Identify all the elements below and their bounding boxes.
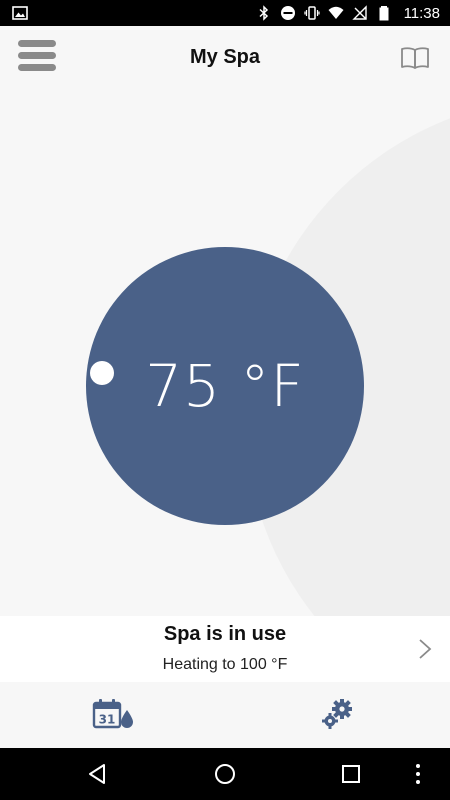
chevron-right-icon — [419, 639, 432, 659]
temperature-value: 75 °F — [145, 352, 305, 420]
vibrate-icon — [303, 6, 320, 20]
battery-icon — [379, 6, 389, 21]
back-icon[interactable] — [84, 760, 112, 788]
system-nav-bar — [0, 748, 450, 800]
app-header: My Spa — [0, 26, 450, 92]
more-icon[interactable] — [404, 760, 432, 788]
settings-gears-icon[interactable] — [320, 698, 356, 730]
book-icon[interactable] — [400, 46, 430, 70]
image-icon — [12, 6, 28, 20]
status-bar: 11:38 — [0, 0, 450, 26]
home-icon[interactable] — [211, 760, 239, 788]
temperature-dial[interactable]: 75 °F — [86, 247, 364, 525]
calendar-day: 31 — [99, 713, 116, 727]
status-time: 11:38 — [403, 4, 440, 22]
page-title: My Spa — [189, 46, 261, 68]
no-sim-icon — [351, 5, 367, 20]
do-not-disturb-icon — [280, 6, 295, 20]
recents-icon[interactable] — [337, 760, 365, 788]
spa-status-card[interactable]: Spa is in use Heating to 100 °F — [0, 616, 450, 682]
thermostat-area: 75 °F — [0, 92, 450, 616]
wifi-icon — [328, 6, 344, 19]
bottom-nav: 31 — [0, 682, 450, 748]
status-title: Spa is in use — [163, 623, 287, 645]
calendar-water-icon[interactable]: 31 — [92, 698, 134, 730]
temperature-knob[interactable] — [90, 361, 114, 385]
bluetooth-icon — [259, 5, 268, 21]
status-subtitle: Heating to 100 °F — [162, 656, 288, 673]
